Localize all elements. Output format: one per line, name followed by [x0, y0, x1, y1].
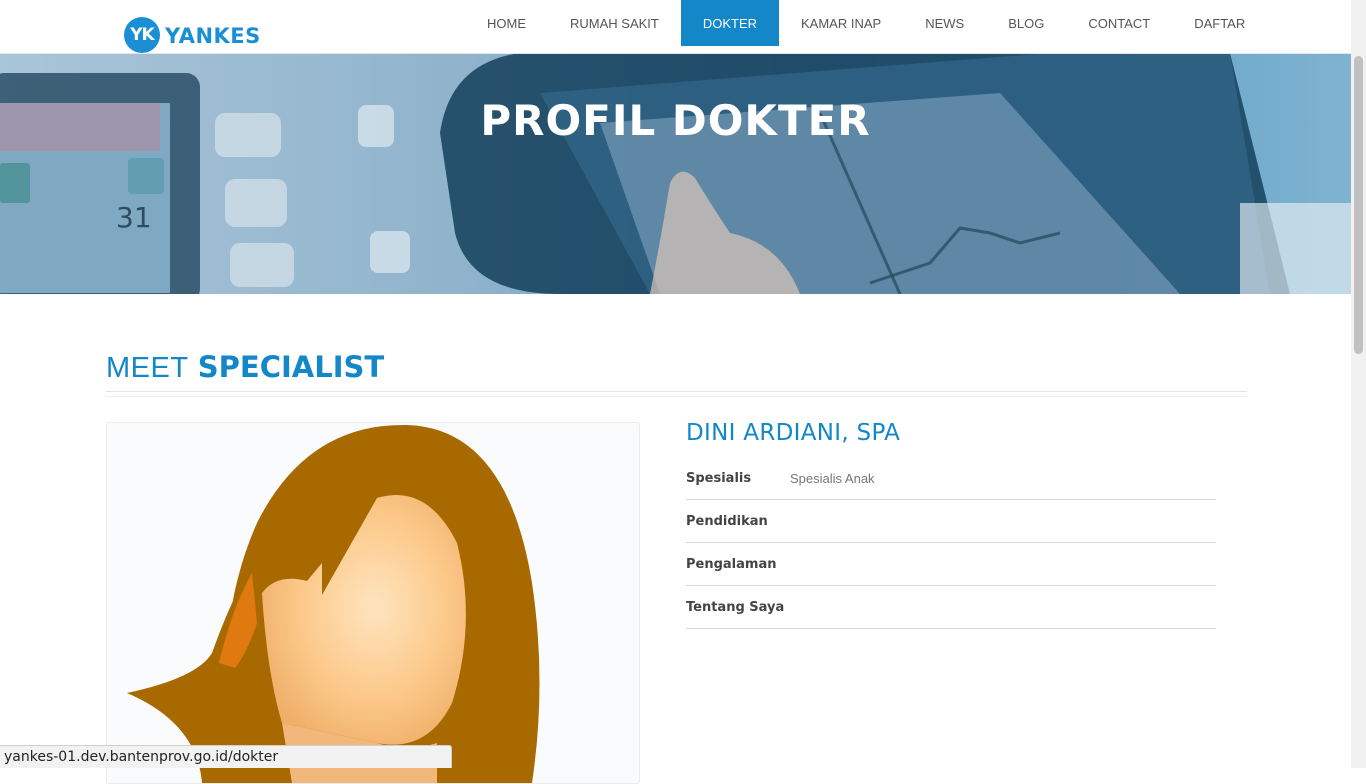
logo-text: YANKES [165, 24, 261, 48]
top-navbar: YK YANKES HOME RUMAH SAKIT DOKTER KAMAR … [0, 0, 1351, 54]
info-label: Pengalaman [686, 556, 777, 572]
info-label: Tentang Saya [686, 599, 785, 615]
doctor-info-table: Spesialis Spesialis Anak Pendidikan Peng… [686, 457, 1216, 629]
info-label: Spesialis [686, 470, 752, 486]
female-avatar-icon [127, 424, 540, 783]
nav-home[interactable]: HOME [465, 0, 548, 46]
section-divider [106, 391, 1247, 397]
nav-kamar-inap[interactable]: KAMAR INAP [779, 0, 903, 46]
nav-rumah-sakit[interactable]: RUMAH SAKIT [548, 0, 681, 46]
hero-background-image: 31 [0, 53, 1351, 294]
nav-dokter[interactable]: DOKTER [680, 0, 780, 46]
hero-banner: 31 PROFIL DOKTER [0, 53, 1351, 294]
nav-news[interactable]: NEWS [903, 0, 986, 46]
section-heading-bold: SPECIALIST [197, 350, 385, 384]
section-heading-light: MEET [106, 352, 189, 384]
display-readout: 31 [116, 201, 152, 234]
nav-blog[interactable]: BLOG [986, 0, 1066, 46]
doctor-name: DINI ARDIANI, SPA [686, 420, 901, 446]
nav-contact[interactable]: CONTACT [1066, 0, 1172, 46]
page-title: PROFIL DOKTER [480, 96, 871, 145]
doctor-photo [106, 422, 640, 784]
info-row-pendidikan: Pendidikan [686, 500, 1216, 543]
info-label: Pendidikan [686, 513, 768, 529]
info-value: Spesialis Anak [790, 470, 875, 486]
nav-daftar[interactable]: DAFTAR [1172, 0, 1267, 46]
link-status-bar: yankes-01.dev.bantenprov.go.id/dokter [0, 745, 452, 768]
section-heading: MEET SPECIALIST [106, 350, 384, 385]
page-scrollbar[interactable] [1351, 0, 1366, 768]
info-row-pengalaman: Pengalaman [686, 543, 1216, 586]
main-nav: HOME RUMAH SAKIT DOKTER KAMAR INAP NEWS … [465, 0, 1267, 46]
logo-badge: YK [124, 17, 160, 53]
site-logo[interactable]: YK YANKES [124, 17, 261, 53]
scrollbar-thumb[interactable] [1354, 56, 1363, 354]
info-row-spesialis: Spesialis Spesialis Anak [686, 457, 1216, 500]
info-row-tentang-saya: Tentang Saya [686, 586, 1216, 629]
